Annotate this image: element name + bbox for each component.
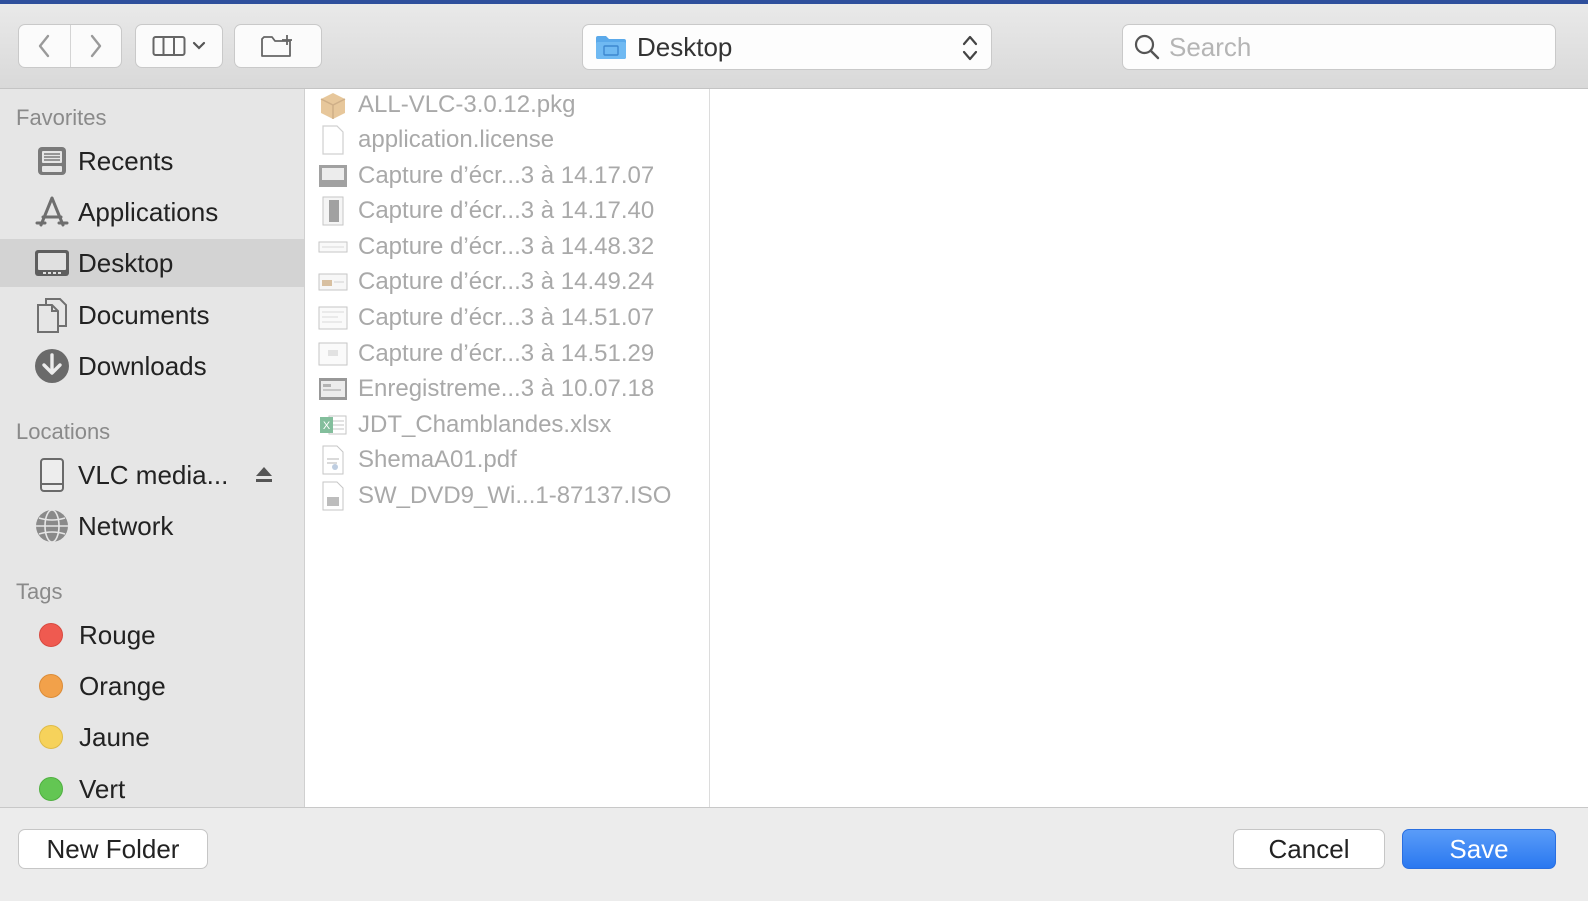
sidebar-item-tag-jaune[interactable]: Jaune <box>0 713 304 761</box>
file-row[interactable]: Capture d’écr...3 à 14.17.07 <box>305 158 709 194</box>
save-button[interactable]: Save <box>1402 829 1556 869</box>
image-thumbnail-icon <box>318 160 348 192</box>
back-button[interactable] <box>19 25 70 67</box>
folder-icon <box>596 36 626 59</box>
documents-icon <box>32 295 72 335</box>
sidebar-item-label: Desktop <box>78 247 174 278</box>
tags-header: Tags <box>16 579 63 604</box>
location-label: Desktop <box>637 31 733 62</box>
sidebar-item-tag-vert[interactable]: Vert <box>0 765 304 813</box>
file-row[interactable]: Capture d’écr...3 à 14.51.29 <box>305 336 709 372</box>
sidebar-item-label: Jaune <box>79 721 150 752</box>
video-thumbnail-icon <box>318 373 348 405</box>
new-folder-icon <box>261 35 292 57</box>
new-folder-button[interactable]: New Folder <box>18 829 208 869</box>
file-name: Capture d’écr...3 à 14.49.24 <box>358 268 655 295</box>
eject-icon[interactable] <box>253 464 275 486</box>
chevron-down-icon <box>192 41 206 50</box>
document-icon <box>318 124 348 156</box>
search-field[interactable]: Search <box>1122 24 1556 70</box>
sidebar-item-downloads[interactable]: Downloads <box>0 342 304 390</box>
file-name: ShemaA01.pdf <box>358 446 517 473</box>
search-placeholder: Search <box>1169 31 1252 62</box>
sidebar-item-label: Orange <box>79 670 166 701</box>
file-name: ALL-VLC-3.0.12.pkg <box>358 91 576 118</box>
sidebar-item-recents[interactable]: Recents <box>0 137 304 185</box>
file-name: Capture d’écr...3 à 14.48.32 <box>358 233 655 260</box>
up-down-chevron-icon <box>962 35 978 61</box>
tag-color-dot <box>39 674 63 698</box>
cancel-button[interactable]: Cancel <box>1233 829 1385 869</box>
preview-pane <box>710 89 1588 807</box>
network-icon <box>32 506 72 546</box>
chevron-left-icon <box>39 34 50 58</box>
svg-text:X: X <box>323 420 331 432</box>
image-thumbnail-icon <box>318 195 348 227</box>
navigation-group <box>18 24 122 68</box>
image-thumbnail-icon <box>318 231 348 263</box>
image-thumbnail-icon <box>318 266 348 298</box>
file-name: Capture d’écr...3 à 14.51.29 <box>358 340 655 367</box>
file-row[interactable]: ShemaA01.pdf <box>305 442 709 478</box>
view-mode-button[interactable] <box>135 24 223 68</box>
toolbar: Desktop Search <box>0 4 1588 89</box>
tag-color-dot <box>39 623 63 647</box>
new-folder-toolbar-button[interactable] <box>234 24 322 68</box>
file-row[interactable]: ALL-VLC-3.0.12.pkg <box>305 87 709 123</box>
file-row[interactable]: Capture d’écr...3 à 14.17.40 <box>305 193 709 229</box>
file-list: ALL-VLC-3.0.12.pkg application.license C… <box>305 89 710 807</box>
file-row[interactable]: Enregistreme...3 à 10.07.18 <box>305 371 709 407</box>
sidebar-item-tag-orange[interactable]: Orange <box>0 662 304 710</box>
sidebar-item-network[interactable]: Network <box>0 502 304 550</box>
pdf-icon <box>318 444 348 476</box>
sidebar-item-label: Documents <box>78 299 210 330</box>
disk-image-icon <box>318 480 348 512</box>
image-thumbnail-icon <box>318 302 348 334</box>
chevron-right-icon <box>90 34 101 58</box>
sidebar-item-desktop[interactable]: Desktop <box>0 239 304 287</box>
disk-icon <box>32 455 72 495</box>
sidebar-item-applications[interactable]: Applications <box>0 188 304 236</box>
search-icon <box>1134 34 1160 60</box>
sidebar-item-documents[interactable]: Documents <box>0 291 304 339</box>
excel-icon: X <box>318 409 348 441</box>
recents-icon <box>32 141 72 181</box>
applications-icon <box>32 192 72 232</box>
forward-button[interactable] <box>69 25 122 67</box>
file-name: JDT_Chamblandes.xlsx <box>358 411 612 438</box>
columns-view-icon <box>152 36 186 56</box>
file-name: SW_DVD9_Wi...1-87137.ISO <box>358 482 672 509</box>
file-name: application.license <box>358 126 555 153</box>
locations-header: Locations <box>16 419 111 444</box>
package-icon <box>318 89 348 121</box>
sidebar-item-label: Network <box>78 510 174 541</box>
image-thumbnail-icon <box>318 338 348 370</box>
file-name: Capture d’écr...3 à 14.51.07 <box>358 304 655 331</box>
sidebar-item-label: VLC media... <box>78 459 229 490</box>
file-name: Capture d’écr...3 à 14.17.40 <box>358 197 655 224</box>
sidebar-item-tag-rouge[interactable]: Rouge <box>0 611 304 659</box>
desktop-icon <box>32 243 72 283</box>
favorites-header: Favorites <box>16 105 107 130</box>
sidebar-item-label: Applications <box>78 196 219 227</box>
file-name: Capture d’écr...3 à 14.17.07 <box>358 162 655 189</box>
sidebar-item-label: Recents <box>78 145 174 176</box>
file-row[interactable]: SW_DVD9_Wi...1-87137.ISO <box>305 478 709 514</box>
file-row[interactable]: Capture d’écr...3 à 14.48.32 <box>305 229 709 265</box>
file-name: Enregistreme...3 à 10.07.18 <box>358 375 655 402</box>
tag-color-dot <box>39 777 63 801</box>
sidebar-item-label: Vert <box>79 773 126 804</box>
bottom-bar: New Folder Cancel Save <box>0 807 1588 901</box>
sidebar: Favorites Recents Applications Desktop D… <box>0 89 305 807</box>
downloads-icon <box>32 346 72 386</box>
location-popup[interactable]: Desktop <box>582 24 992 70</box>
sidebar-item-label: Downloads <box>78 350 207 381</box>
sidebar-item-vlc-media[interactable]: VLC media... <box>0 451 304 499</box>
tag-color-dot <box>39 725 63 749</box>
sidebar-item-label: Rouge <box>79 619 156 650</box>
file-row[interactable]: application.license <box>305 122 709 158</box>
file-row[interactable]: X JDT_Chamblandes.xlsx <box>305 407 709 443</box>
file-row[interactable]: Capture d’écr...3 à 14.49.24 <box>305 264 709 300</box>
file-row[interactable]: Capture d’écr...3 à 14.51.07 <box>305 300 709 336</box>
